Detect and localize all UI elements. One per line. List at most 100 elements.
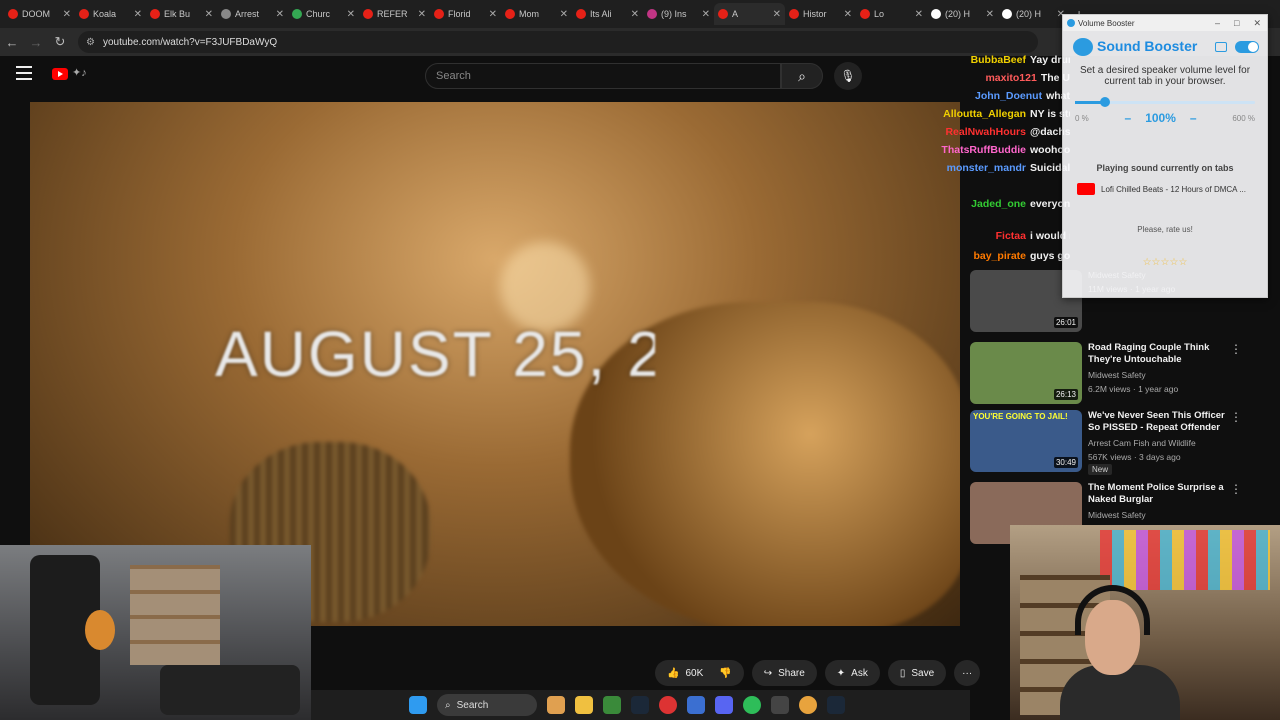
playing-label: Playing sound currently on tabs — [1096, 163, 1234, 173]
playing-tab-title: Lofi Chilled Beats - 12 Hours of DMCA ..… — [1101, 184, 1246, 194]
steam-icon[interactable] — [631, 696, 649, 714]
search-button[interactable]: ⌕ — [781, 63, 823, 89]
save-button[interactable]: ▯ Save — [887, 660, 947, 686]
tab-label: Churc — [306, 9, 331, 19]
back-icon[interactable]: ← — [0, 35, 24, 50]
browser-tab[interactable]: A ✕ — [714, 3, 785, 25]
more-options-icon[interactable]: ⋮ — [1230, 410, 1242, 424]
chat-username: bay_pirate — [973, 250, 1026, 262]
discord-icon[interactable] — [715, 696, 733, 714]
popout-icon[interactable] — [1215, 42, 1227, 52]
like-button[interactable]: 👍 60K 👎 — [655, 660, 744, 686]
app-icon[interactable] — [743, 696, 761, 714]
more-icon: ··· — [962, 667, 973, 679]
chrome-icon[interactable] — [659, 696, 677, 714]
browser-tab[interactable]: Mom ✕ — [501, 3, 572, 25]
tab-close-icon[interactable]: ✕ — [915, 9, 923, 20]
youtube-icon — [1077, 183, 1095, 195]
chat-username: Alloutta_Allegan — [943, 108, 1026, 120]
share-icon: ↪ — [763, 667, 773, 679]
search-input[interactable]: Search — [425, 63, 781, 89]
tab-close-icon[interactable]: ✕ — [134, 9, 142, 20]
tab-close-icon[interactable]: ✕ — [489, 9, 497, 20]
recommended-video[interactable]: 30:49 YOU'RE GOING TO JAIL! We've Never Se… — [970, 410, 1270, 476]
tab-close-icon[interactable]: ✕ — [702, 9, 710, 20]
minimize-icon[interactable]: – — [1215, 18, 1220, 29]
browser-tab[interactable]: Lo ✕ — [856, 3, 927, 25]
decrease-button[interactable]: – — [1125, 111, 1132, 125]
windows-start-icon[interactable] — [409, 696, 427, 714]
browser-tab[interactable]: Elk Bu ✕ — [146, 3, 217, 25]
video-thumbnail[interactable]: 30:49 YOU'RE GOING TO JAIL! — [970, 410, 1082, 472]
video-title[interactable]: Road Raging Couple Think They're Untouch… — [1088, 342, 1238, 366]
browser-tab[interactable]: Arrest ✕ — [217, 3, 288, 25]
window-title: Volume Booster — [1078, 18, 1135, 28]
volume-slider[interactable] — [1075, 97, 1255, 107]
recommended-video[interactable]: 26:13 Road Raging Couple Think They're Un… — [970, 342, 1270, 408]
channel-name[interactable]: Midwest Safety — [1088, 510, 1146, 520]
chrome-icon[interactable] — [799, 696, 817, 714]
more-options-icon[interactable]: ⋮ — [1230, 342, 1242, 356]
browser-tab[interactable]: Histor ✕ — [785, 3, 856, 25]
tab-close-icon[interactable]: ✕ — [205, 9, 213, 20]
channel-name[interactable]: Arrest Cam Fish and Wildlife — [1088, 438, 1196, 448]
youtube-logo[interactable] — [52, 68, 68, 80]
maximize-icon[interactable]: □ — [1234, 18, 1239, 29]
chat-overlay: BubbaBeefYay drunk maxito121The U John_Doe… — [900, 54, 1070, 304]
more-options-icon[interactable]: ⋮ — [1230, 482, 1242, 496]
tab-close-icon[interactable]: ✕ — [986, 9, 994, 20]
browser-tab[interactable]: REFER ✕ — [359, 3, 430, 25]
tab-close-icon[interactable]: ✕ — [773, 9, 781, 20]
channel-name[interactable]: Midwest Safety — [1088, 370, 1146, 380]
rating-stars[interactable]: ☆☆☆☆☆ — [1063, 257, 1267, 268]
more-actions-button[interactable]: ··· — [954, 660, 981, 686]
site-info-icon[interactable]: ⚙ — [86, 37, 95, 48]
search-icon: ⌕ — [445, 699, 451, 711]
browser-tab[interactable]: DOOM ✕ — [4, 3, 75, 25]
taskbar-search[interactable]: ⌕ Search — [437, 694, 537, 716]
browser-tab[interactable]: Churc ✕ — [288, 3, 359, 25]
app-icon[interactable] — [771, 696, 789, 714]
reload-icon[interactable]: ↻ — [48, 34, 72, 50]
tab-close-icon[interactable]: ✕ — [347, 9, 355, 20]
browser-tab[interactable]: (20) H ✕ — [927, 3, 998, 25]
voice-search-button[interactable]: 🎙 — [834, 62, 862, 90]
tab-close-icon[interactable]: ✕ — [631, 9, 639, 20]
app-icon — [1067, 19, 1075, 27]
tab-close-icon[interactable]: ✕ — [63, 9, 71, 20]
microphone-icon: 🎙 — [840, 69, 856, 83]
tab-close-icon[interactable]: ✕ — [560, 9, 568, 20]
close-icon[interactable]: ✕ — [1253, 18, 1261, 29]
video-title[interactable]: The Moment Police Surprise a Naked Burgl… — [1088, 482, 1238, 506]
menu-icon[interactable] — [16, 66, 32, 80]
url-field[interactable]: ⚙ youtube.com/watch?v=F3JUFBDaWyQ — [78, 31, 1038, 53]
playing-tab-item[interactable]: Lofi Chilled Beats - 12 Hours of DMCA ..… — [1077, 183, 1253, 195]
app-icon[interactable] — [687, 696, 705, 714]
forward-icon[interactable]: → — [24, 35, 48, 50]
browser-tab[interactable]: (20) H ✕ — [998, 3, 1069, 25]
steam-icon[interactable] — [827, 696, 845, 714]
tab-close-icon[interactable]: ✕ — [844, 9, 852, 20]
increase-button[interactable]: – — [1190, 111, 1197, 125]
tab-close-icon[interactable]: ✕ — [276, 9, 284, 20]
new-badge: New — [1088, 464, 1113, 475]
browser-tab[interactable]: (9) Ins ✕ — [643, 3, 714, 25]
booster-toggle[interactable] — [1235, 41, 1259, 53]
browser-tab[interactable]: Koala ✕ — [75, 3, 146, 25]
video-thumbnail[interactable]: 26:13 — [970, 342, 1082, 404]
browser-tab[interactable]: Florid ✕ — [430, 3, 501, 25]
chat-username: ThatsRuffBuddie — [941, 144, 1026, 156]
volume-booster-titlebar: Volume Booster – □ ✕ — [1063, 15, 1267, 31]
share-button[interactable]: ↪ Share — [751, 660, 817, 686]
slider-handle[interactable] — [1100, 97, 1110, 107]
tab-label: REFER — [377, 9, 408, 19]
thumbs-down-icon[interactable]: 👎 — [719, 668, 731, 679]
tab-close-icon[interactable]: ✕ — [418, 9, 426, 20]
app-icon[interactable] — [603, 696, 621, 714]
ask-button[interactable]: ✦ Ask — [824, 660, 880, 686]
browser-tab[interactable]: Its Ali ✕ — [572, 3, 643, 25]
widget-icon[interactable] — [547, 696, 565, 714]
file-explorer-icon[interactable] — [575, 696, 593, 714]
video-title[interactable]: We've Never Seen This Officer So PISSED … — [1088, 410, 1238, 434]
doodle-icon[interactable]: ✦♪ — [72, 66, 87, 79]
